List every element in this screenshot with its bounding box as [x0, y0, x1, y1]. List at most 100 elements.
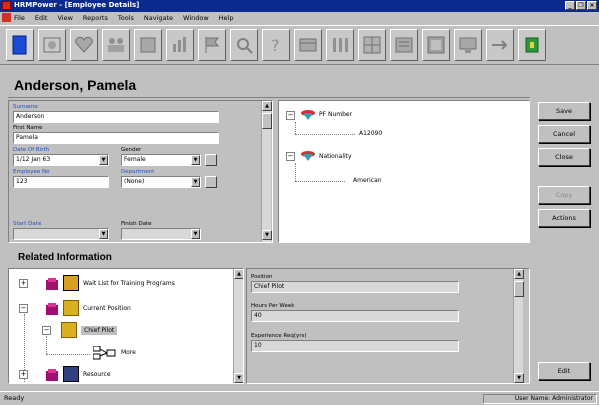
- gender-value: Female: [124, 156, 146, 163]
- menu-window[interactable]: Window: [183, 14, 209, 24]
- firstname-label: First Name: [13, 125, 43, 131]
- related-item-waitlist[interactable]: Wait List for Training Programs: [83, 280, 175, 287]
- position-label: Position: [251, 274, 273, 280]
- menu-edit[interactable]: Edit: [35, 14, 48, 24]
- scroll-up-icon[interactable]: ▲: [234, 269, 243, 279]
- hours-label: Hours Per Week: [251, 303, 295, 309]
- grid-icon[interactable]: [358, 29, 386, 61]
- monitor-icon[interactable]: [454, 29, 482, 61]
- save-button[interactable]: Save: [538, 102, 590, 120]
- scroll-down-icon[interactable]: ▼: [262, 230, 272, 240]
- gender-label: Gender: [121, 147, 142, 153]
- chevron-down-icon[interactable]: ▼: [99, 229, 108, 239]
- menu-navigate[interactable]: Navigate: [144, 14, 173, 24]
- related-item-chief-pilot[interactable]: Chief Pilot: [81, 326, 118, 335]
- position-icon: [63, 300, 79, 316]
- expand-icon[interactable]: +: [19, 370, 28, 379]
- minimize-button[interactable]: _: [565, 1, 575, 10]
- toolbar: ?: [0, 25, 599, 65]
- start-label: Start Date: [13, 221, 42, 227]
- related-item-resource[interactable]: Resource: [83, 371, 111, 378]
- tree-node-nationality[interactable]: Nationality: [319, 153, 352, 160]
- copy-button[interactable]: Copy: [538, 186, 590, 204]
- gender-lookup-button[interactable]: [205, 154, 217, 166]
- surname-label: Surname: [13, 104, 38, 110]
- tree-value-pf-number: A12090: [359, 130, 383, 137]
- help-icon[interactable]: ?: [262, 29, 290, 61]
- finish-date-picker[interactable]: ▼: [121, 228, 201, 240]
- scroll-down-icon[interactable]: ▼: [234, 373, 243, 383]
- related-item-more[interactable]: More: [121, 349, 136, 356]
- search-icon[interactable]: [230, 29, 258, 61]
- menu-view[interactable]: View: [57, 14, 72, 24]
- edit-button[interactable]: Edit: [538, 362, 590, 380]
- collapse-icon[interactable]: −: [286, 111, 295, 120]
- dob-picker[interactable]: 1/12 Jan 63 ▼: [13, 154, 109, 166]
- expand-icon[interactable]: +: [19, 279, 28, 288]
- chevron-down-icon[interactable]: ▼: [99, 155, 108, 165]
- scroll-down-icon[interactable]: ▼: [514, 373, 524, 383]
- status-bar: Ready User Name: Administrator: [0, 391, 599, 405]
- related-item-current-position[interactable]: Current Position: [83, 305, 131, 312]
- dept-select[interactable]: (None) ▼: [121, 176, 201, 188]
- start-date-picker[interactable]: ▼: [13, 228, 109, 240]
- finish-label: Finish Date: [121, 221, 152, 227]
- related-info-tree: + Wait List for Training Programs − Curr…: [8, 268, 244, 384]
- chevron-down-icon[interactable]: ▼: [191, 155, 200, 165]
- scroll-thumb[interactable]: [514, 281, 524, 297]
- exit-icon[interactable]: [518, 29, 546, 61]
- tree-node-pf-number[interactable]: PF Number: [319, 111, 352, 118]
- flag-icon[interactable]: [198, 29, 226, 61]
- dept-lookup-button[interactable]: [205, 176, 217, 188]
- scroll-up-icon[interactable]: ▲: [262, 101, 272, 111]
- menu-tools[interactable]: Tools: [118, 14, 134, 24]
- app-icon: [2, 1, 11, 10]
- scroll-thumb[interactable]: [262, 113, 272, 129]
- folder-icon: [301, 108, 315, 122]
- employee-form-panel: Surname Anderson First Name Pamela Date …: [8, 100, 273, 243]
- tree-value-nationality: American: [353, 177, 382, 184]
- close-button[interactable]: ×: [587, 1, 597, 10]
- collapse-icon[interactable]: −: [19, 304, 28, 313]
- chevron-down-icon[interactable]: ▼: [191, 177, 200, 187]
- disk-icon[interactable]: [134, 29, 162, 61]
- people-icon[interactable]: [102, 29, 130, 61]
- more-icon: [92, 345, 117, 360]
- report-icon[interactable]: [390, 29, 418, 61]
- gender-select[interactable]: Female ▼: [121, 154, 201, 166]
- columns-icon[interactable]: [326, 29, 354, 61]
- chart-icon[interactable]: [166, 29, 194, 61]
- grid2-icon[interactable]: [422, 29, 450, 61]
- view-icon[interactable]: [38, 29, 66, 61]
- heart-icon[interactable]: [70, 29, 98, 61]
- scroll-up-icon[interactable]: ▲: [514, 269, 524, 279]
- dept-label: Department: [121, 169, 155, 175]
- menu-reports[interactable]: Reports: [83, 14, 108, 24]
- surname-input[interactable]: Anderson: [13, 111, 219, 123]
- books-icon: [45, 368, 59, 382]
- calendar-icon[interactable]: [294, 29, 322, 61]
- restore-button[interactable]: ❐: [576, 1, 586, 10]
- close-window-button[interactable]: Close: [538, 148, 590, 166]
- collapse-icon[interactable]: −: [42, 326, 51, 335]
- new-document-icon[interactable]: [6, 29, 34, 61]
- menu-file[interactable]: File: [14, 14, 25, 24]
- actions-button[interactable]: Actions: [538, 209, 590, 227]
- empno-input[interactable]: 123: [13, 176, 109, 188]
- experience-label: Experience Req(yrs): [251, 333, 307, 339]
- status-text: Ready: [4, 394, 25, 402]
- title-bar: HRMPower - [Employee Details] _ ❐ ×: [0, 0, 599, 12]
- collapse-icon[interactable]: −: [286, 152, 295, 161]
- chevron-down-icon[interactable]: ▼: [191, 229, 200, 239]
- related-info-title: Related Information: [18, 252, 112, 263]
- books-icon: [45, 302, 59, 316]
- firstname-input[interactable]: Pamela: [13, 132, 219, 144]
- status-user: User Name: Administrator: [483, 394, 597, 404]
- svg-text:?: ?: [271, 36, 280, 55]
- navigate-icon[interactable]: [486, 29, 514, 61]
- cancel-button[interactable]: Cancel: [538, 125, 590, 143]
- details-scrollbar[interactable]: ▲ ▼: [513, 269, 524, 383]
- menu-help[interactable]: Help: [219, 14, 234, 24]
- form-scrollbar[interactable]: ▲ ▼: [261, 101, 272, 242]
- related-scrollbar[interactable]: ▲ ▼: [233, 269, 243, 383]
